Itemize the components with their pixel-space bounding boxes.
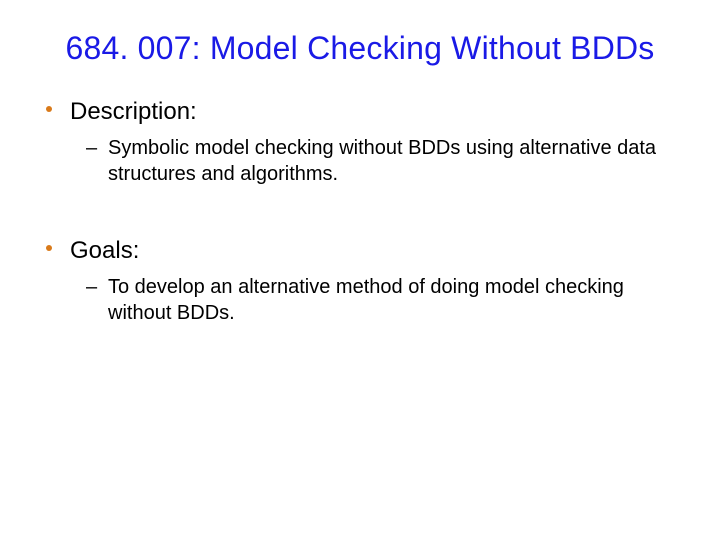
slide-title: 684. 007: Model Checking Without BDDs	[40, 28, 680, 68]
list-item-text: Symbolic model checking without BDDs usi…	[108, 137, 656, 185]
section-heading-text: Goals:	[70, 237, 139, 264]
section-heading: Description:	[40, 96, 680, 127]
dash-icon: –	[86, 135, 97, 161]
slide: 684. 007: Model Checking Without BDDs De…	[0, 0, 720, 540]
list-item: – Symbolic model checking without BDDs u…	[40, 135, 668, 187]
section-heading: Goals:	[40, 235, 680, 266]
section-goals: Goals: – To develop an alternative metho…	[40, 235, 680, 326]
list-item-text: To develop an alternative method of doin…	[108, 276, 624, 324]
list-item: – To develop an alternative method of do…	[40, 274, 668, 326]
dash-icon: –	[86, 274, 97, 300]
bullet-icon	[46, 106, 52, 112]
section-heading-text: Description:	[70, 98, 197, 125]
section-description: Description: – Symbolic model checking w…	[40, 96, 680, 187]
bullet-icon	[46, 245, 52, 251]
